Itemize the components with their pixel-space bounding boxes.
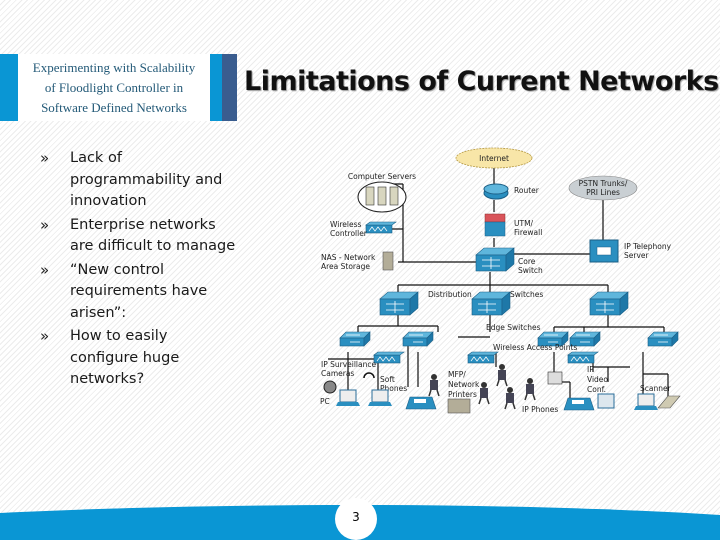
ip-telephony-server: IP Telephony Server — [589, 239, 672, 263]
label-scanner: Scanner — [640, 384, 672, 393]
label-internet: Internet — [479, 154, 509, 163]
slide-title: Limitations of Current Networks — [244, 66, 719, 97]
bullet-text: Enterprise networks are difficult to man… — [70, 216, 236, 255]
label-video-conf-2: Video — [587, 375, 608, 384]
label-mfp-3: Printers — [448, 390, 477, 399]
endpoints: IP Surveillance Cameras Soft Phones PC M… — [320, 360, 681, 414]
label-core-switch-2: Switch — [518, 266, 543, 275]
label-ip-telephony-2: Server — [624, 251, 650, 260]
header-accent-bar-left — [0, 54, 18, 121]
core-switch: Core Switch — [475, 247, 543, 275]
computer-servers: Computer Servers — [348, 172, 416, 213]
bullet-text: “New control requirements have arisen”: — [70, 261, 208, 321]
label-utm-2: Firewall — [514, 228, 542, 237]
label-pstn-2: PRI Lines — [586, 188, 620, 197]
label-ip-phones: IP Phones — [522, 405, 558, 414]
label-wireless-controller-2: Controller — [330, 229, 368, 238]
label-nas-1: NAS - Network — [321, 253, 376, 262]
header-accent-bar-light — [210, 54, 222, 121]
internet-cloud: Internet — [455, 147, 533, 169]
label-wireless-ap: Wireless Access Points — [493, 343, 577, 352]
bullet-marker: » — [40, 327, 50, 345]
label-pstn-1: PSTN Trunks/ — [579, 179, 628, 188]
bullet-item: » Lack of programmability and innovation — [40, 148, 240, 213]
bullet-marker: » — [40, 215, 50, 234]
header-accent-bar-dark — [222, 54, 237, 121]
page-number: 3 — [352, 510, 360, 524]
label-computer-servers: Computer Servers — [348, 172, 416, 181]
label-video-conf-3: Conf. — [587, 385, 606, 394]
bullet-item: » How to easily configure huge networks? — [40, 326, 240, 391]
label-cameras-1: IP Surveillance — [321, 360, 376, 369]
subtitle-line-3: Software Defined Networks — [41, 99, 187, 115]
label-switches: Switches — [510, 290, 543, 299]
router-device: Router — [483, 183, 540, 200]
header-subtitle: Experimenting with Scalability of Floodl… — [33, 58, 195, 118]
bullet-marker: » — [40, 260, 50, 279]
label-cameras-2: Cameras — [321, 369, 354, 378]
subtitle-line-1: Experimenting with Scalability — [32, 59, 196, 75]
label-nas-2: Area Storage — [321, 262, 370, 271]
utm-firewall: UTM/ Firewall — [484, 213, 542, 237]
header-subtitle-box: Experimenting with Scalability of Floodl… — [18, 54, 210, 121]
bullet-marker: » — [40, 149, 50, 167]
pstn-cloud: PSTN Trunks/ PRI Lines — [568, 175, 638, 201]
wireless-controller: Wireless Controller — [330, 220, 397, 238]
label-wireless-controller-1: Wireless — [330, 220, 361, 229]
bullet-item: » Enterprise networks are difficult to ma… — [40, 215, 240, 258]
label-video-conf-1: IP — [587, 365, 594, 374]
label-core-switch-1: Core — [518, 257, 536, 266]
subtitle-line-2: of Floodlight Controller in — [44, 79, 184, 95]
label-edge-switches: Edge Switches — [486, 323, 541, 332]
label-distribution: Distribution — [428, 290, 472, 299]
bullet-item: » “New control requirements have arisen”: — [40, 260, 240, 325]
bullet-list: » Lack of programmability and innovation … — [40, 148, 240, 393]
network-diagram: Internet Computer Servers Router PSTN Tr… — [320, 147, 681, 414]
label-pc: PC — [320, 397, 330, 406]
label-ip-telephony-1: IP Telephony — [624, 242, 672, 251]
bullet-text: Lack of programmability and innovation — [70, 150, 223, 209]
label-router: Router — [514, 186, 540, 195]
bullet-text: How to easily configure huge networks? — [70, 328, 180, 387]
distribution-switches: Distribution Switches — [379, 290, 629, 316]
label-mfp-1: MFP/ — [448, 370, 466, 379]
nas-storage: NAS - Network Area Storage — [321, 251, 394, 271]
label-mfp-2: Network — [448, 380, 480, 389]
label-utm-1: UTM/ — [514, 219, 534, 228]
label-soft-phones-1: Soft — [380, 375, 395, 384]
